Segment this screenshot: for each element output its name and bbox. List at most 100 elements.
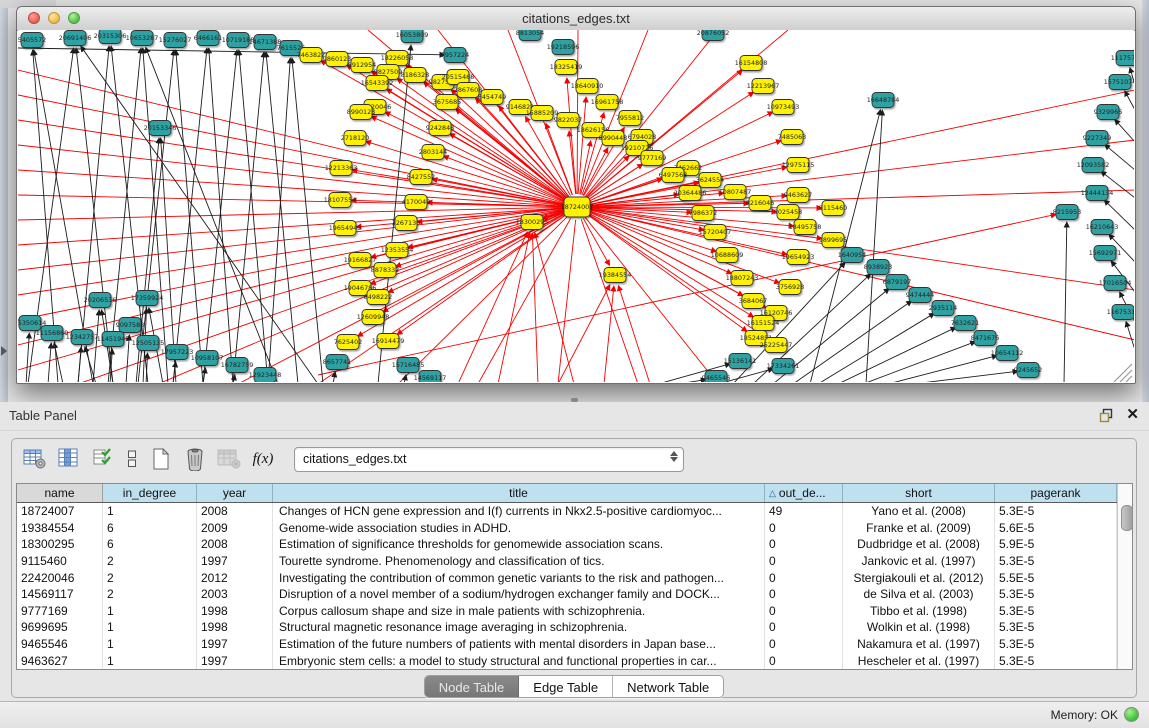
network-node[interactable]: 12213363 [325,161,358,176]
network-node[interactable]: 2935114 [929,301,957,316]
new-table-icon[interactable] [146,444,176,474]
network-node[interactable]: 10958107 [191,351,224,366]
network-node[interactable]: 16961758 [591,95,624,110]
network-node[interactable]: 8498222 [364,290,392,305]
network-node[interactable]: 3624554 [696,173,724,188]
network-node[interactable]: 19654943 [329,221,362,236]
network-node[interactable]: 11675318 [1107,305,1134,320]
table-row[interactable]: 2242004622012Investigating the contribut… [17,569,1117,586]
network-node[interactable]: 9463627 [784,188,812,203]
network-node[interactable]: 18226058 [381,51,414,66]
network-node[interactable]: 8912954 [348,58,376,73]
tab-edge-table[interactable]: Edge Table [519,676,613,697]
network-node[interactable]: 8454749 [478,90,506,105]
column-header-name[interactable]: name [17,484,103,502]
network-node[interactable]: 6879197 [883,275,911,290]
network-node[interactable]: 11451945 [97,332,130,347]
table-settings-icon[interactable] [20,444,50,474]
table-row[interactable]: 969969511998Structural magnetic resonanc… [17,619,1117,636]
resize-grip-icon[interactable] [1120,370,1132,382]
network-node[interactable]: 9242848 [426,121,454,136]
network-node[interactable]: 20315306 [94,30,127,44]
column-header-year[interactable]: year [197,484,273,502]
network-node[interactable]: 2803144 [419,145,447,160]
tab-node-table[interactable]: Node Table [425,676,520,697]
network-node[interactable]: 12213967 [747,79,780,94]
import-table-icon[interactable] [214,444,244,474]
network-node[interactable]: 12975115 [782,158,815,173]
network-node[interactable]: 17334261 [767,359,800,374]
network-node[interactable]: 8657741 [323,355,351,370]
network-node[interactable]: 12353554 [381,243,414,258]
network-node[interactable]: 9025458 [774,205,802,220]
network-node[interactable]: 20691406 [59,31,92,46]
network-node[interactable]: 18495758 [789,220,822,235]
network-node[interactable]: 19384554 [599,268,632,283]
network-window-titlebar[interactable]: citations_edges.txt [17,7,1135,31]
table-row[interactable]: 946362711997Embryonic stem cells: a mode… [17,652,1117,669]
network-node[interactable]: 8427552 [407,170,435,185]
network-node[interactable]: 8813054 [516,30,544,41]
network-node[interactable]: 8216046 [746,196,774,211]
network-node[interactable]: 7463822 [297,48,325,63]
network-node[interactable]: 20876052 [697,30,730,41]
network-node[interactable]: 12505135 [132,336,165,351]
network-node[interactable]: 16648784 [867,93,900,108]
table-row[interactable]: 1872400712008Changes of HCN gene express… [17,503,1117,520]
function-builder-icon[interactable]: f(x) [248,444,278,474]
network-node[interactable]: 12444134 [1081,186,1114,201]
network-node[interactable]: 7485063 [778,130,806,145]
column-header-out_de[interactable]: △out_de... [765,484,843,502]
network-node[interactable]: 3675685 [433,95,461,110]
select-columns-icon[interactable] [54,444,84,474]
network-node[interactable]: 9777169 [638,151,666,166]
network-node[interactable]: 14569117 [414,371,447,383]
memory-status-indicator[interactable] [1124,707,1139,722]
network-node[interactable]: 16154808 [735,56,768,71]
network-canvas[interactable]: 5405572206914062031530610653287152760276… [18,30,1134,382]
table-selector-dropdown[interactable]: citations_edges.txt [294,447,684,472]
network-node[interactable]: 7625402 [334,335,362,350]
table-row[interactable]: 1830029562008Estimation of significance … [17,536,1117,553]
network-node[interactable]: 8990123 [347,105,375,120]
network-node[interactable]: 3684067 [739,294,767,309]
table-row[interactable]: 977716911998Corpus callosum shape and si… [17,603,1117,620]
network-node[interactable]: 9465546 [702,371,730,383]
network-node[interactable]: 7986372 [689,206,717,221]
network-node[interactable]: 16053809 [396,30,429,43]
network-node[interactable]: 2718120 [341,131,369,146]
resize-grip-icon[interactable] [1126,376,1132,382]
network-node[interactable]: 9899695 [819,233,847,248]
network-node[interactable]: 15716485 [392,358,425,373]
network-node[interactable]: 7955812 [616,111,644,126]
close-panel-icon[interactable]: ✕ [1126,407,1139,423]
network-node[interactable]: 9245652 [1014,363,1042,378]
network-node[interactable]: 17016504 [1099,276,1132,291]
network-node[interactable]: 20206536 [84,293,117,308]
network-node[interactable]: 8938923 [864,260,892,275]
tab-network-table[interactable]: Network Table [613,676,723,697]
network-node[interactable]: 6466161 [194,31,222,46]
network-node[interactable]: 11175751 [1111,51,1134,66]
network-node[interactable]: 12093582 [1077,158,1110,173]
float-panel-icon[interactable] [1099,408,1114,423]
table-row[interactable]: 911546021997Tourette syndrome. Phenomeno… [17,553,1117,570]
network-node[interactable]: 9097588 [116,318,144,333]
network-node[interactable]: 15136141 [724,354,757,369]
network-node[interactable]: 3267130 [392,216,420,231]
network-node[interactable]: 19218596 [547,40,580,55]
network-node[interactable]: 15751074 [1104,75,1134,90]
network-node[interactable]: 8186328 [401,68,429,83]
network-window[interactable]: citations_edges.txt 5405572 2069140620315… [16,6,1136,384]
column-header-in_degree[interactable]: in_degree [103,484,197,502]
network-node[interactable]: 7632621 [951,316,979,331]
column-header-pagerank[interactable]: pagerank [995,484,1117,502]
network-node[interactable]: 9115460 [819,201,847,216]
network-node[interactable]: 15692971 [1089,246,1122,261]
network-node[interactable]: 5405572 [18,33,46,48]
network-node[interactable]: 1640954 [838,248,866,263]
column-header-title[interactable]: title [273,484,765,502]
table-row[interactable]: 1938455462009Genome-wide association stu… [17,520,1117,537]
network-node[interactable]: 7957224 [441,48,469,63]
network-node[interactable]: 10653287 [126,31,159,46]
